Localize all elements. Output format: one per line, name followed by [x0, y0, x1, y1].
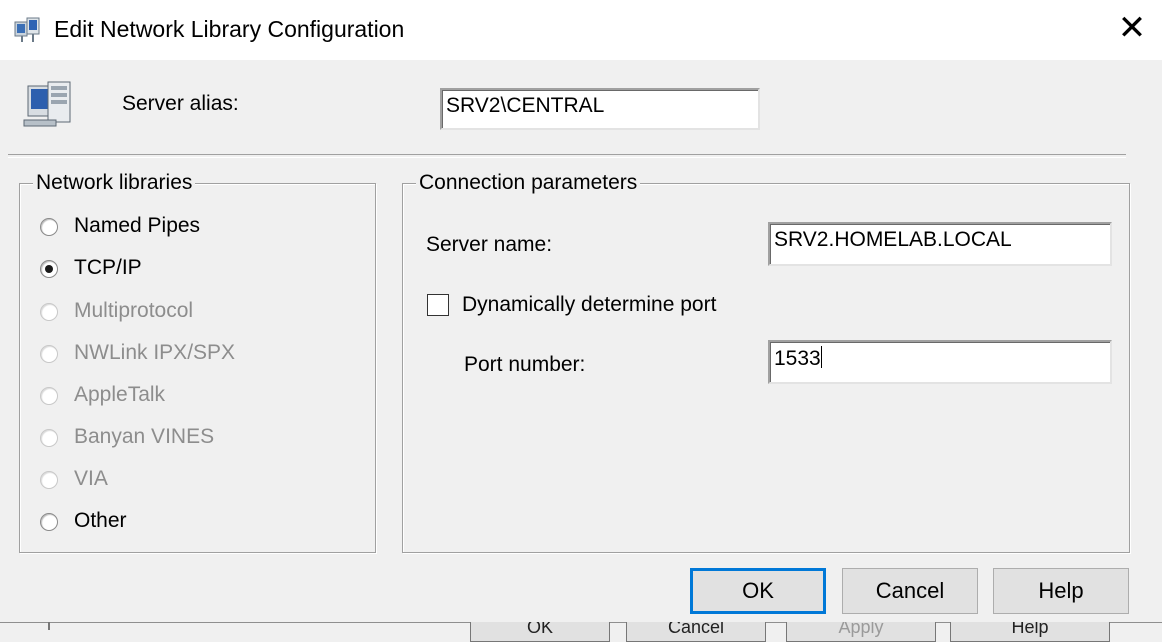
radio-label: Named Pipes: [74, 214, 201, 237]
server-alias-input[interactable]: SRV2\CENTRAL: [440, 88, 760, 130]
background-cancel-button: Cancel: [626, 622, 766, 642]
port-number-value: 1533: [774, 347, 821, 370]
close-icon: ✕: [1117, 9, 1147, 47]
radio-button: [40, 429, 58, 447]
radio-label: NWLink IPX/SPX: [74, 341, 236, 364]
network-libraries-group: [19, 183, 376, 553]
radio-button: [40, 387, 58, 405]
network-libraries-legend: Network libraries: [33, 171, 196, 195]
radio-button: [40, 345, 58, 363]
radio-button: [40, 303, 58, 321]
cancel-button[interactable]: Cancel: [842, 568, 978, 614]
connection-parameters-legend: Connection parameters: [416, 171, 641, 195]
window-title: Edit Network Library Configuration: [54, 16, 405, 42]
dynamic-port-checkbox[interactable]: [427, 294, 449, 316]
background-help-button: Help: [950, 622, 1110, 642]
title-bar: Edit Network Library Configuration ✕: [0, 0, 1162, 60]
text-caret: [820, 346, 822, 368]
separator: [8, 154, 1126, 158]
dynamic-port-label[interactable]: Dynamically determine port: [462, 293, 716, 317]
port-number-label: Port number:: [464, 353, 586, 376]
ok-button[interactable]: OK: [690, 568, 826, 614]
port-number-input[interactable]: 1533: [768, 340, 1112, 384]
radio-button[interactable]: [40, 260, 58, 278]
radio-label: TCP/IP: [74, 256, 142, 279]
background-ok-button: OK: [470, 622, 610, 642]
radio-label: Multiprotocol: [74, 299, 194, 322]
help-button[interactable]: Help: [993, 568, 1129, 614]
radio-label: AppleTalk: [74, 383, 166, 406]
radio-button[interactable]: [40, 218, 58, 236]
radio-button[interactable]: [40, 513, 58, 531]
radio-label: VIA: [74, 467, 108, 490]
radio-button: [40, 471, 58, 489]
network-config-icon: [14, 17, 40, 42]
background-apply-button: Apply: [786, 622, 936, 642]
server-name-input[interactable]: SRV2.HOMELAB.LOCAL: [768, 222, 1112, 266]
radio-label: Other: [74, 509, 127, 532]
server-alias-label: Server alias:: [122, 92, 239, 115]
close-button[interactable]: ✕: [1102, 0, 1162, 58]
background-window-border: [48, 622, 50, 630]
radio-label: Banyan VINES: [74, 425, 215, 448]
server-name-label: Server name:: [426, 233, 553, 256]
server-computer-icon: [23, 81, 71, 127]
